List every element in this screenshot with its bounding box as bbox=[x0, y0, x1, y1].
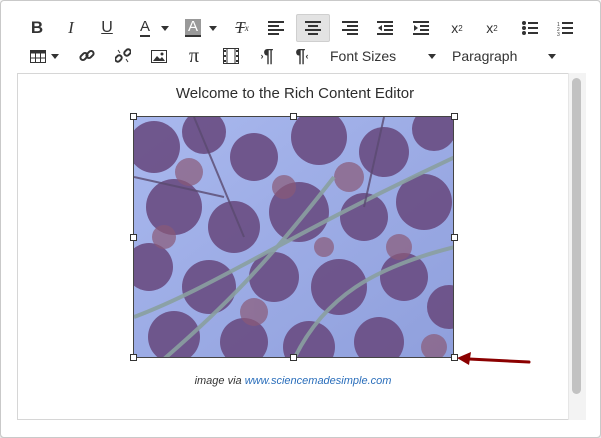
ltr-button[interactable]: › ¶ bbox=[256, 42, 278, 70]
bold-button[interactable]: B bbox=[26, 14, 48, 42]
toolbar-row-2: π › ¶ ¶ ‹ Font Sizes Paragraph bbox=[0, 42, 601, 70]
subscript-button[interactable]: x2 bbox=[480, 14, 504, 42]
resize-handle-bottom-left[interactable] bbox=[130, 354, 137, 361]
superscript-button[interactable]: x2 bbox=[445, 14, 469, 42]
toolbar-row-1: B I U A A Tx x2 x2 123 bbox=[0, 14, 601, 42]
font-sizes-label: Font Sizes bbox=[330, 48, 397, 64]
pilcrow-icon: ¶ bbox=[263, 45, 274, 66]
underline-label: U bbox=[101, 19, 113, 36]
resize-handle-top-right[interactable] bbox=[451, 113, 458, 120]
background-color-button[interactable]: A bbox=[182, 14, 204, 42]
paragraph-dropdown[interactable]: Paragraph bbox=[452, 42, 560, 70]
clear-format-label: T bbox=[235, 18, 245, 37]
caption-prefix: image via bbox=[194, 375, 245, 387]
subscript-mark: 2 bbox=[493, 23, 498, 33]
pi-label: π bbox=[188, 44, 200, 67]
align-center-button[interactable] bbox=[296, 14, 330, 42]
background-color-label: A bbox=[184, 19, 201, 37]
table-dropdown[interactable] bbox=[48, 42, 62, 70]
underline-button[interactable]: U bbox=[96, 14, 118, 42]
math-equation-button[interactable]: π bbox=[183, 42, 205, 70]
outdent-icon bbox=[377, 21, 393, 35]
link-button[interactable] bbox=[76, 42, 98, 70]
unlink-icon bbox=[115, 48, 131, 63]
media-button[interactable] bbox=[220, 42, 242, 70]
superscript-label: x bbox=[451, 20, 459, 36]
align-left-icon bbox=[268, 21, 284, 35]
align-right-button[interactable] bbox=[338, 14, 362, 42]
font-color-label: A bbox=[139, 18, 150, 37]
image-button[interactable] bbox=[148, 42, 170, 70]
unlink-button[interactable] bbox=[112, 42, 134, 70]
table-icon bbox=[30, 49, 46, 63]
indent-icon bbox=[413, 21, 429, 35]
chevron-down-icon bbox=[428, 54, 436, 59]
link-icon bbox=[79, 49, 95, 62]
font-color-dropdown[interactable] bbox=[158, 14, 172, 42]
chevron-down-icon bbox=[161, 25, 169, 31]
align-right-icon bbox=[342, 21, 358, 35]
caption-link[interactable]: www.sciencemadesimple.com bbox=[245, 375, 392, 387]
editor-heading: Welcome to the Rich Content Editor bbox=[175, 85, 415, 102]
editor-scrollbar-thumb[interactable] bbox=[572, 78, 581, 394]
leaves-image bbox=[134, 117, 453, 357]
font-color-button[interactable]: A bbox=[134, 14, 156, 42]
superscript-mark: 2 bbox=[458, 23, 463, 33]
paragraph-label: Paragraph bbox=[452, 48, 518, 64]
indent-button[interactable] bbox=[409, 14, 433, 42]
align-left-button[interactable] bbox=[264, 14, 288, 42]
italic-label: I bbox=[68, 18, 74, 37]
numbered-list-button[interactable]: 123 bbox=[553, 14, 577, 42]
resize-handle-top[interactable] bbox=[290, 113, 297, 120]
chevron-down-icon bbox=[51, 53, 59, 59]
clear-format-button[interactable]: Tx bbox=[230, 14, 254, 42]
numbered-list-icon: 123 bbox=[557, 21, 573, 36]
bullet-list-button[interactable] bbox=[518, 14, 542, 42]
svg-text:3: 3 bbox=[557, 32, 560, 36]
align-center-icon bbox=[305, 21, 321, 35]
rtl-pilcrow-icon: ¶ bbox=[295, 45, 306, 66]
outdent-button[interactable] bbox=[373, 14, 397, 42]
subscript-label: x bbox=[486, 20, 494, 36]
image-caption: image via www.sciencemadesimple.com bbox=[100, 375, 486, 387]
bullet-list-icon bbox=[522, 21, 538, 35]
resize-handle-bottom[interactable] bbox=[290, 354, 297, 361]
arrow-annotation-icon bbox=[457, 352, 531, 365]
resize-handle-left[interactable] bbox=[130, 234, 137, 241]
font-sizes-dropdown[interactable]: Font Sizes bbox=[330, 42, 440, 70]
resize-handle-right[interactable] bbox=[451, 234, 458, 241]
film-icon bbox=[223, 48, 239, 64]
image-icon bbox=[151, 49, 167, 63]
resize-handle-top-left[interactable] bbox=[130, 113, 137, 120]
selected-image[interactable] bbox=[133, 116, 454, 358]
italic-button[interactable]: I bbox=[60, 14, 82, 42]
rtl-button[interactable]: ¶ ‹ bbox=[291, 42, 313, 70]
bold-label: B bbox=[30, 18, 44, 37]
background-color-dropdown[interactable] bbox=[206, 14, 220, 42]
chevron-down-icon bbox=[548, 54, 556, 59]
chevron-down-icon bbox=[209, 25, 217, 31]
table-button[interactable] bbox=[28, 42, 48, 70]
